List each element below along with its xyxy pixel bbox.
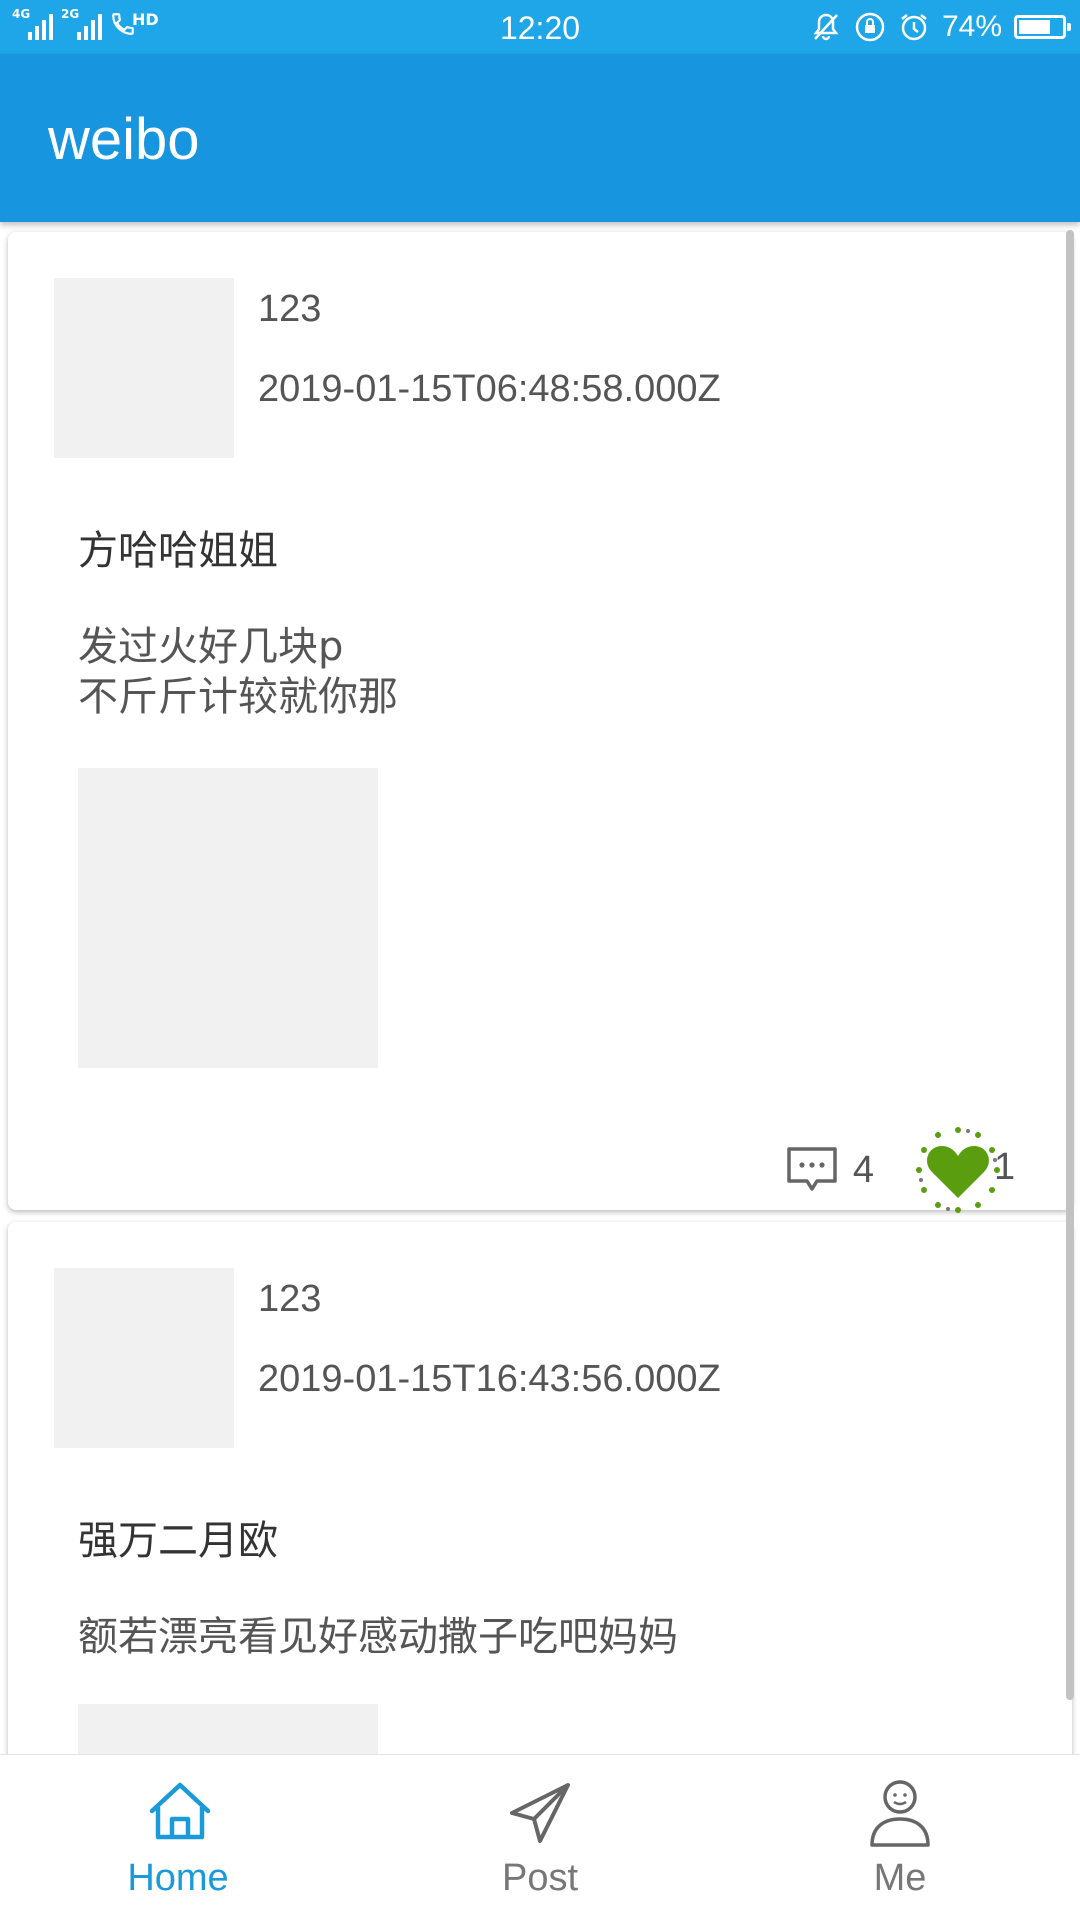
- status-bar: 4G 2G HD 12:20 74%: [0, 0, 1080, 54]
- battery-icon: [1014, 15, 1071, 39]
- tab-home-label: Home: [127, 1857, 229, 1899]
- post-image[interactable]: [78, 768, 378, 1068]
- status-right-icons: 74%: [810, 10, 1071, 44]
- bottom-nav: Home Post Me: [0, 1754, 1080, 1921]
- post-timestamp: 2019-01-15T16:43:56.000Z: [258, 1358, 721, 1400]
- app-bar: weibo: [0, 54, 1080, 222]
- tab-me-label: Me: [873, 1857, 927, 1899]
- alarm-icon: [901, 14, 927, 41]
- comment-count: 4: [852, 1148, 874, 1191]
- post-username[interactable]: 123: [258, 1278, 321, 1321]
- heart-icon: [916, 1127, 1000, 1213]
- post-body: 发过火好几块p 不斤斤计较就你那: [78, 624, 398, 720]
- post-actions: 4 1: [783, 1120, 1015, 1220]
- like-button[interactable]: 1: [908, 1120, 1015, 1220]
- post-body: 额若漂亮看见好感动撒子吃吧妈妈: [78, 1614, 678, 1660]
- tab-post-label: Post: [501, 1857, 579, 1899]
- post-card[interactable]: 123 2019-01-15T06:48:58.000Z 方哈哈姐姐 发过火好几…: [8, 232, 1072, 1213]
- app-title: weibo: [48, 107, 200, 172]
- bell-off-icon: [813, 13, 839, 41]
- comment-button[interactable]: 4: [783, 1141, 874, 1199]
- feed-scrollbar[interactable]: [1066, 230, 1074, 1700]
- battery-percent: 74%: [941, 10, 1002, 43]
- post-image[interactable]: [78, 1704, 378, 1754]
- send-icon: [510, 1783, 570, 1843]
- like-count: 1: [994, 1146, 1016, 1188]
- tab-post[interactable]: Post: [360, 1755, 720, 1921]
- tab-home[interactable]: Home: [0, 1755, 360, 1921]
- post-timestamp: 2019-01-15T06:48:58.000Z: [258, 368, 721, 410]
- comment-icon: [787, 1147, 837, 1191]
- tab-me[interactable]: Me: [720, 1755, 1080, 1921]
- home-icon: [149, 1782, 211, 1840]
- avatar[interactable]: [54, 278, 234, 458]
- post-title: 强万二月欧: [78, 1518, 278, 1564]
- battery-level-fill: [1019, 20, 1051, 34]
- post-title: 方哈哈姐姐: [78, 528, 278, 574]
- post-username[interactable]: 123: [258, 288, 321, 331]
- post-feed[interactable]: 123 2019-01-15T06:48:58.000Z 方哈哈姐姐 发过火好几…: [0, 222, 1080, 1754]
- avatar[interactable]: [54, 1268, 234, 1448]
- rotation-lock-icon: [855, 12, 885, 42]
- user-icon: [870, 1780, 930, 1847]
- post-card[interactable]: 123 2019-01-15T16:43:56.000Z 强万二月欧 额若漂亮看…: [8, 1222, 1072, 1754]
